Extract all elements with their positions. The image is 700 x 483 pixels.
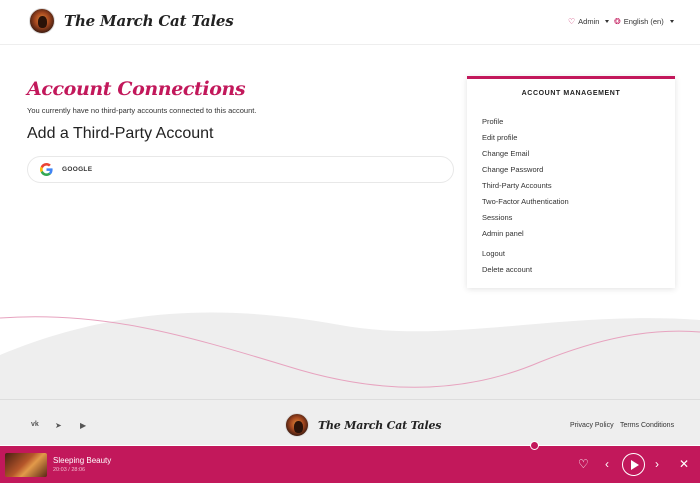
youtube-icon[interactable]: ▶ (80, 421, 86, 430)
close-icon[interactable]: ✕ (679, 457, 689, 471)
logo-image (29, 8, 55, 34)
site-name: The March Cat Tales (64, 12, 234, 30)
progress-handle[interactable] (530, 441, 539, 450)
site-logo[interactable]: The March Cat Tales (29, 8, 234, 34)
decorative-wave (0, 312, 700, 400)
account-management-panel: ACCOUNT MANAGEMENT Profile Edit profile … (467, 76, 675, 288)
account-menu-profile[interactable]: Profile (482, 114, 675, 130)
account-menu-third-party[interactable]: Third-Party Accounts (482, 178, 675, 194)
delete-account-link[interactable]: Delete account (482, 262, 675, 278)
chevron-down-icon (605, 20, 610, 23)
site-footer: vk ➤ ▶ The March Cat Tales Privacy Polic… (0, 399, 700, 445)
account-menu-change-email[interactable]: Change Email (482, 146, 675, 162)
next-icon[interactable]: › (655, 457, 659, 471)
footer-logo[interactable]: The March Cat Tales (285, 413, 441, 437)
user-icon: ♡ (568, 17, 576, 26)
logout-link[interactable]: Logout (482, 246, 675, 262)
google-connect-button[interactable]: GOOGLE (27, 156, 454, 183)
track-title: Sleeping Beauty (53, 456, 112, 465)
google-icon (40, 163, 53, 176)
privacy-policy-link[interactable]: Privacy Policy (570, 422, 614, 429)
play-button[interactable] (622, 453, 645, 476)
page-title: Account Connections (27, 78, 246, 100)
account-menu-sessions[interactable]: Sessions (482, 210, 675, 226)
track-time: 20:03 / 28:06 (53, 467, 86, 473)
globe-icon: ❂ (614, 17, 621, 26)
track-cover (5, 453, 47, 477)
previous-icon[interactable]: ‹ (605, 457, 609, 471)
footer-logo-image (285, 413, 309, 437)
vk-icon[interactable]: vk (31, 421, 39, 428)
footer-site-name: The March Cat Tales (318, 418, 442, 432)
account-menu-admin-panel[interactable]: Admin panel (482, 226, 675, 242)
google-label: GOOGLE (62, 166, 93, 173)
account-menu-edit-profile[interactable]: Edit profile (482, 130, 675, 146)
telegram-icon[interactable]: ➤ (55, 421, 62, 430)
admin-menu[interactable]: ♡ Admin (568, 17, 610, 26)
terms-conditions-link[interactable]: Terms Conditions (620, 422, 674, 429)
admin-menu-label: Admin (578, 17, 600, 26)
heart-icon[interactable]: ♡ (578, 457, 589, 471)
account-menu-two-factor[interactable]: Two-Factor Authentication (482, 194, 675, 210)
language-menu[interactable]: ❂ English (en) (614, 17, 674, 26)
account-menu-list: Profile Edit profile Change Email Change… (467, 114, 675, 278)
account-management-title: ACCOUNT MANAGEMENT (521, 90, 621, 97)
page: The March Cat Tales ♡ Admin ❂ English (e… (0, 0, 700, 483)
add-account-heading: Add a Third-Party Account (27, 125, 214, 142)
language-menu-label: English (en) (623, 17, 664, 26)
no-connections-text: You currently have no third-party accoun… (27, 106, 257, 115)
site-header: The March Cat Tales ♡ Admin ❂ English (e… (0, 0, 700, 45)
account-menu-change-password[interactable]: Change Password (482, 162, 675, 178)
chevron-down-icon (669, 20, 674, 23)
audio-player: Sleeping Beauty 20:03 / 28:06 ♡ ‹ › ✕ (0, 441, 700, 483)
